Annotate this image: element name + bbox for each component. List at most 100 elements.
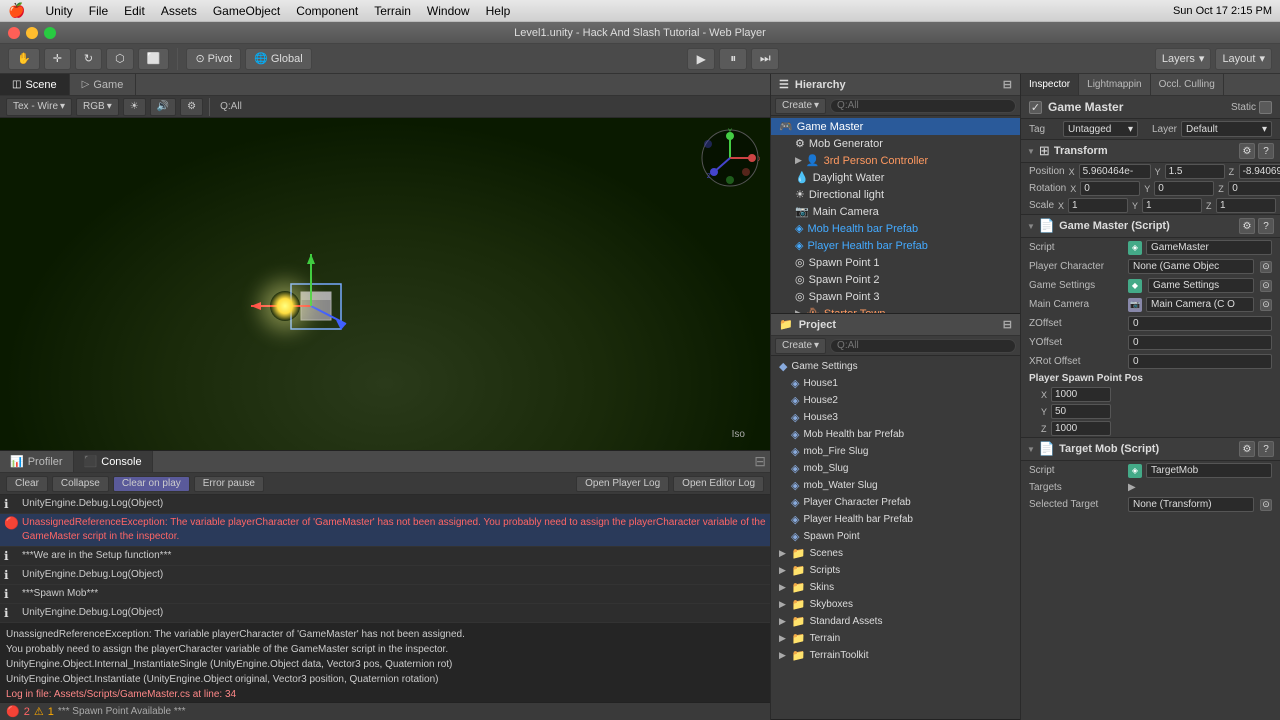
menu-terrain[interactable]: Terrain — [374, 4, 411, 18]
project-folder-terrain[interactable]: ▶ 📁 Terrain — [771, 630, 1020, 647]
hierarchy-item-daylightwater[interactable]: 💧 Daylight Water — [787, 169, 1020, 186]
component-settings-icon[interactable]: ⚙ — [1239, 143, 1255, 159]
menu-edit[interactable]: Edit — [124, 4, 145, 18]
panel-menu-icon[interactable]: ⊟ — [1003, 78, 1012, 91]
pivot-dropdown[interactable]: ⊙ Pivot — [186, 48, 241, 70]
hierarchy-item-spawn3[interactable]: ◎ Spawn Point 3 — [787, 288, 1020, 305]
project-folder-scripts[interactable]: ▶ 📁 Scripts — [771, 562, 1020, 579]
scale-z-input[interactable] — [1216, 198, 1276, 213]
rotation-y-input[interactable] — [1154, 181, 1214, 196]
project-folder-skyboxes[interactable]: ▶ 📁 Skyboxes — [771, 596, 1020, 613]
zoffset-input[interactable] — [1128, 316, 1272, 331]
gamemaster-script-header[interactable]: ▼ 📄 Game Master (Script) ⚙ ? — [1021, 214, 1280, 238]
project-create-dropdown[interactable]: Create ▾ — [775, 338, 826, 354]
layer-dropdown[interactable]: Default ▾ — [1181, 121, 1272, 137]
close-button[interactable] — [8, 27, 20, 39]
object-active-toggle[interactable]: ✓ — [1029, 101, 1042, 114]
spawn-z-input[interactable] — [1051, 421, 1111, 436]
component-help-icon[interactable]: ? — [1258, 441, 1274, 457]
project-item-mob-slug[interactable]: ◈ mob_Slug — [771, 460, 1020, 477]
hierarchy-item-dirlight[interactable]: ☀ Directional light — [787, 186, 1020, 203]
project-folder-skins[interactable]: ▶ 📁 Skins — [771, 579, 1020, 596]
position-y-input[interactable] — [1165, 164, 1225, 179]
console-row[interactable]: ℹ UnityEngine.Debug.Log(Object) — [0, 495, 770, 514]
gizmos-toggle[interactable]: ⚙ — [180, 98, 203, 116]
tab-profiler[interactable]: 📊 Profiler — [0, 451, 74, 472]
global-dropdown[interactable]: 🌐 Global — [245, 48, 312, 70]
target-picker-icon[interactable]: ⊙ — [1260, 280, 1272, 292]
project-item-playerchar[interactable]: ◈ Player Character Prefab — [771, 494, 1020, 511]
maincamera-value[interactable]: Main Camera (C O — [1146, 297, 1254, 312]
transform-component-header[interactable]: ▼ ⊞ Transform ⚙ ? — [1021, 139, 1280, 163]
step-button[interactable]: ⏭ — [751, 48, 779, 70]
project-item-playerhealthbar[interactable]: ◈ Player Health bar Prefab — [771, 511, 1020, 528]
scale-y-input[interactable] — [1142, 198, 1202, 213]
hierarchy-item-spawn2[interactable]: ◎ Spawn Point 2 — [787, 271, 1020, 288]
project-item-house1[interactable]: ◈ House1 — [771, 375, 1020, 392]
open-player-log-button[interactable]: Open Player Log — [576, 476, 669, 492]
menu-component[interactable]: Component — [296, 4, 358, 18]
project-item-mobhealthbar[interactable]: ◈ Mob Health bar Prefab — [771, 426, 1020, 443]
clear-on-play-button[interactable]: Clear on play — [113, 476, 190, 492]
hierarchy-search[interactable] — [830, 99, 1016, 113]
hierarchy-item-playerhealthbar[interactable]: ◈ Player Health bar Prefab — [787, 237, 1020, 254]
audio-toggle[interactable]: 🔊 — [150, 98, 176, 116]
project-item-mob-fireslug[interactable]: ◈ mob_Fire Slug — [771, 443, 1020, 460]
move-tool[interactable]: ✛ — [44, 48, 71, 70]
error-pause-button[interactable]: Error pause — [194, 476, 264, 492]
panel-menu-icon[interactable]: ⊟ — [1003, 318, 1012, 331]
spawn-x-input[interactable] — [1051, 387, 1111, 402]
project-search[interactable] — [830, 339, 1016, 353]
menu-gameobject[interactable]: GameObject — [213, 4, 280, 18]
layers-dropdown[interactable]: Layers ▾ — [1155, 48, 1212, 70]
panel-lock-icon[interactable]: ⊟ — [754, 453, 766, 470]
inspector-tab-lightmapping[interactable]: Lightmappin — [1079, 74, 1150, 95]
console-messages[interactable]: ℹ UnityEngine.Debug.Log(Object) 🔴 Unassi… — [0, 495, 770, 622]
rgb-dropdown[interactable]: RGB ▾ — [76, 98, 119, 116]
play-button[interactable]: ▶ — [687, 48, 715, 70]
static-toggle[interactable] — [1259, 101, 1272, 114]
project-folder-terraintoolkit[interactable]: ▶ 📁 TerrainToolkit — [771, 647, 1020, 664]
menu-window[interactable]: Window — [427, 4, 470, 18]
rect-tool[interactable]: ⬜ — [138, 48, 170, 70]
targets-expand-icon[interactable]: ▶ — [1128, 482, 1136, 493]
scale-x-input[interactable] — [1068, 198, 1128, 213]
hierarchy-item-mobhealthbar[interactable]: ◈ Mob Health bar Prefab — [787, 220, 1020, 237]
selectedtarget-value[interactable]: None (Transform) — [1128, 497, 1254, 512]
console-row[interactable]: ℹ UnityEngine.Debug.Log(Object) — [0, 566, 770, 585]
console-row[interactable]: ℹ ***We are in the Setup function*** — [0, 547, 770, 566]
hierarchy-item-gamemaster[interactable]: 🎮 Game Master — [771, 118, 1020, 135]
menu-file[interactable]: File — [89, 4, 108, 18]
inspector-tab-inspector[interactable]: Inspector — [1021, 74, 1079, 95]
target-picker-icon[interactable]: ⊙ — [1260, 261, 1272, 273]
xrotoffset-input[interactable] — [1128, 354, 1272, 369]
pause-button[interactable]: ⏸ — [719, 48, 747, 70]
open-editor-log-button[interactable]: Open Editor Log — [673, 476, 764, 492]
minimize-button[interactable] — [26, 27, 38, 39]
project-folder-scenes[interactable]: ▶ 📁 Scenes — [771, 545, 1020, 562]
hierarchy-item-3rdperson[interactable]: ▶ 👤 3rd Person Controller — [787, 152, 1020, 169]
hierarchy-item-spawn1[interactable]: ◎ Spawn Point 1 — [787, 254, 1020, 271]
hierarchy-create-dropdown[interactable]: Create ▾ — [775, 98, 826, 114]
project-item-house3[interactable]: ◈ House3 — [771, 409, 1020, 426]
position-z-input[interactable] — [1239, 164, 1280, 179]
tab-console[interactable]: ⬛ Console — [74, 451, 153, 472]
texwire-dropdown[interactable]: Tex - Wire ▾ — [6, 98, 72, 116]
menu-unity[interactable]: Unity — [45, 4, 72, 18]
tab-scene[interactable]: ◫ Scene — [0, 74, 70, 95]
hierarchy-item-mobgenerator[interactable]: ⚙ Mob Generator — [787, 135, 1020, 152]
hand-tool[interactable]: ✋ — [8, 48, 40, 70]
script-value[interactable]: GameMaster — [1146, 240, 1272, 255]
menu-assets[interactable]: Assets — [161, 4, 197, 18]
yoffset-input[interactable] — [1128, 335, 1272, 350]
rotate-tool[interactable]: ↻ — [75, 48, 102, 70]
project-folder-standardassets[interactable]: ▶ 📁 Standard Assets — [771, 613, 1020, 630]
inspector-tab-occlusion[interactable]: Occl. Culling — [1151, 74, 1224, 95]
component-help-icon[interactable]: ? — [1258, 143, 1274, 159]
collapse-button[interactable]: Collapse — [52, 476, 109, 492]
hierarchy-item-maincamera[interactable]: 📷 Main Camera — [787, 203, 1020, 220]
maximize-button[interactable] — [44, 27, 56, 39]
lighting-toggle[interactable]: ☀ — [123, 98, 146, 116]
rotation-x-input[interactable] — [1080, 181, 1140, 196]
console-row[interactable]: ℹ UnityEngine.Debug.Log(Object) — [0, 604, 770, 622]
